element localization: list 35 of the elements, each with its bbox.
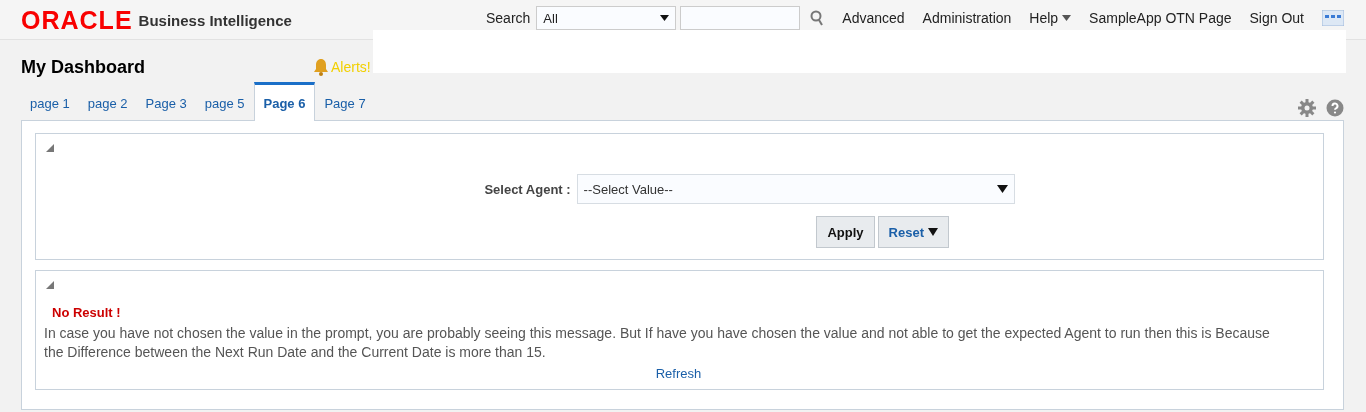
reset-button[interactable]: Reset xyxy=(877,216,949,248)
apply-button[interactable]: Apply xyxy=(816,216,875,248)
product-name: Business Intelligence xyxy=(138,12,292,29)
settings-icon[interactable] xyxy=(1298,99,1316,117)
page-tab[interactable]: Page 7 xyxy=(315,85,375,121)
header-link[interactable]: SampleApp OTN Page xyxy=(1089,10,1232,26)
no-result-title: No Result ! xyxy=(52,305,122,320)
agent-select[interactable]: --Select Value-- xyxy=(576,174,1015,204)
result-message: In case you have not chosen the value in the prompt, you are probably seeing this message. But If have you have chosen the value and not able to get the expected Agent to run then this is Because the Difference between the Next Run Date and the Current Date is more than 15. xyxy=(44,324,1271,362)
caret-icon xyxy=(928,228,938,236)
page-tab[interactable]: page 5 xyxy=(195,85,254,121)
header-link[interactable]: Administration xyxy=(922,10,1012,26)
search-icon[interactable] xyxy=(810,10,825,26)
caret-icon xyxy=(660,15,670,21)
search-label: Search xyxy=(485,10,531,26)
header-link[interactable]: Sign Out xyxy=(1249,10,1304,26)
page-tab[interactable]: Page 3 xyxy=(136,85,196,121)
header-link[interactable]: Advanced xyxy=(842,10,905,26)
oracle-logo: ORACLE xyxy=(21,9,133,31)
caret-icon xyxy=(996,185,1008,193)
apps-icon[interactable] xyxy=(1322,10,1344,26)
dashboard-title: My Dashboard xyxy=(21,56,147,78)
page-tab[interactable]: page 1 xyxy=(21,85,79,121)
caret-icon xyxy=(1062,15,1072,21)
menu-link[interactable]: Help xyxy=(1029,10,1072,26)
help-icon[interactable] xyxy=(1326,99,1344,117)
page-tab[interactable]: page 2 xyxy=(78,85,137,121)
search-scope-select[interactable]: All xyxy=(536,6,677,30)
collapse-icon[interactable] xyxy=(46,281,54,289)
prompt-label: Select Agent : xyxy=(484,181,571,197)
bell-icon xyxy=(313,58,329,76)
refresh-link[interactable]: Refresh xyxy=(655,366,702,381)
collapse-icon[interactable] xyxy=(46,144,54,152)
search-field[interactable] xyxy=(680,6,801,30)
page-tab[interactable]: Page 6 xyxy=(253,82,316,121)
